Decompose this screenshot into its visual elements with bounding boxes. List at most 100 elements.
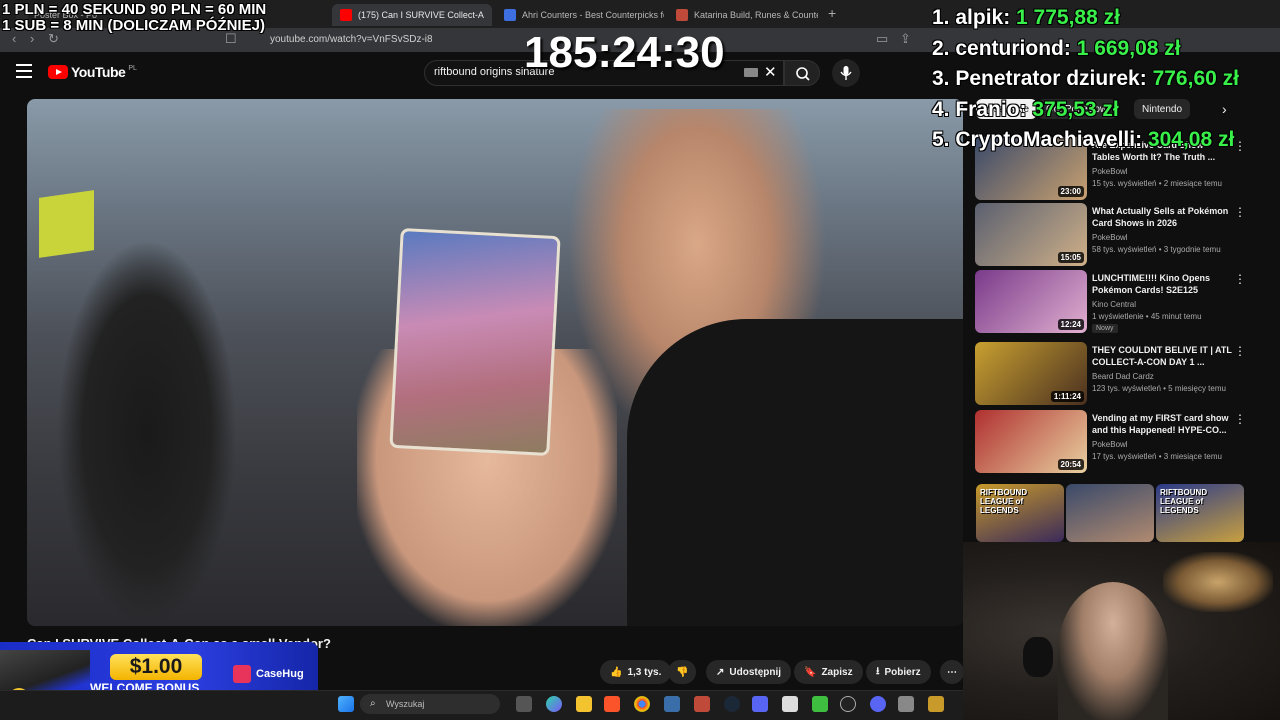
video-title[interactable]: LUNCHTIME!!!! Kino Opens Pokémon Cards! … (1092, 272, 1232, 296)
leaderboard-name: 5. CryptoMachiavelli: (932, 128, 1143, 151)
channel-name[interactable]: PokeBowl (1092, 167, 1128, 176)
keyboard-icon[interactable] (744, 68, 758, 77)
donation-rules-overlay: 1 PLN = 40 SEKUND 90 PLN = 60 MIN 1 SUB … (2, 2, 266, 34)
menu-icon[interactable] (16, 64, 32, 78)
new-badge: Nowy (1092, 324, 1118, 333)
more-options-icon[interactable]: ⋮ (1234, 344, 1246, 358)
cast-icon[interactable]: ▭ (876, 31, 888, 47)
leaderboard-name: 2. centuriond: (932, 36, 1071, 60)
download-button[interactable]: ⭳ Pobierz (866, 660, 931, 684)
video-duration: 12:24 (1057, 319, 1084, 330)
video-thumbnail[interactable]: 20:54 (975, 410, 1087, 473)
search-icon: ⌕ (370, 698, 376, 709)
voice-search-button[interactable] (832, 59, 860, 87)
channel-name[interactable]: Beard Dad Cardz (1092, 372, 1154, 381)
video-title[interactable]: Vending at my FIRST card show and this H… (1092, 412, 1232, 436)
tab-favicon-icon (676, 9, 688, 21)
leaderboard-amount: 1 775,88 zł (1016, 6, 1120, 29)
notepad-icon[interactable] (782, 696, 798, 712)
more-options-icon[interactable]: ⋮ (1234, 205, 1246, 219)
save-label: Zapisz (821, 666, 853, 678)
tab-label: Ahri Counters - Best Counterpicks fo (522, 10, 664, 20)
casehug-logo-icon (233, 665, 251, 683)
discord-icon[interactable] (870, 696, 886, 712)
league-client-icon[interactable] (928, 696, 944, 712)
leaderboard-name: 4. Franio: (932, 97, 1027, 121)
task-view-icon[interactable] (516, 696, 532, 712)
streamer-webcam (963, 542, 1280, 720)
webcam-streamer (1058, 582, 1168, 720)
leaderboard-entry: 4. Franio: 375,53 zł (932, 98, 1239, 129)
thumbs-down-icon: 👎 (676, 666, 689, 678)
more-options-icon[interactable]: ⋮ (1234, 412, 1246, 426)
new-tab-icon[interactable]: + (828, 5, 836, 21)
ad-brand-name: CaseHug (256, 668, 304, 680)
leaderboard-entry: 3. Penetrator dziurek: 776,60 zł (932, 67, 1239, 98)
ad-bonus-amount: $1.00 (110, 654, 202, 680)
more-actions-button[interactable]: ⋯ (940, 660, 964, 684)
video-title[interactable]: What Actually Sells at Pokémon Card Show… (1092, 205, 1232, 229)
browser-tab-active[interactable]: (175) Can I SURVIVE Collect-A✕ (332, 4, 492, 26)
download-icon: ⭳ (876, 665, 880, 677)
leaderboard-entry: 2. centuriond: 1 669,08 zł (932, 37, 1239, 68)
youtube-logo[interactable]: YouTube PL (48, 64, 137, 80)
taskbar-search[interactable]: Wyszukaj (360, 694, 500, 714)
leaderboard-amount: 304,08 zł (1147, 128, 1235, 151)
recommended-video[interactable]: 20:54 Vending at my FIRST card show and … (975, 410, 1250, 474)
clear-search-icon[interactable]: ✕ (764, 63, 777, 81)
subathon-timer: 185:24:30 (524, 28, 725, 77)
bookmark-icon: 🔖 (804, 666, 817, 678)
video-thumbnail[interactable]: 15:05 (975, 203, 1087, 266)
more-options-icon[interactable]: ⋮ (1234, 272, 1246, 286)
video-background-crowd (57, 239, 237, 626)
leaderboard-name: 3. Penetrator dziurek: (932, 67, 1147, 90)
share-button[interactable]: ↗ Udostępnij (706, 660, 792, 684)
chrome-icon[interactable] (634, 696, 650, 712)
file-explorer-icon[interactable] (576, 696, 592, 712)
app-icon[interactable] (694, 696, 710, 712)
brave-browser-icon[interactable] (604, 696, 620, 712)
video-thumbnail[interactable]: 12:24 (975, 270, 1087, 333)
channel-name[interactable]: PokeBowl (1092, 233, 1128, 242)
steam-icon[interactable] (724, 696, 740, 712)
like-button[interactable]: 👍 1,3 tys. (600, 660, 672, 684)
leaderboard-entry: 1. alpik: 1 775,88 zł (932, 6, 1239, 37)
short-thumbnail[interactable]: RIFTBOUND LEAGUE of LEGENDS (1156, 484, 1244, 542)
browser-tab[interactable]: Katarina Build, Runes & Counters Gu (668, 4, 818, 26)
more-horizontal-icon: ⋯ (947, 666, 957, 678)
app-icon[interactable] (812, 696, 828, 712)
recommended-video[interactable]: 1:11:24 THEY COULDNT BELIVE IT | ATL COL… (975, 342, 1250, 406)
donation-rule-line: 1 PLN = 40 SEKUND 90 PLN = 60 MIN (2, 1, 267, 18)
search-button[interactable] (784, 60, 820, 86)
video-presenter-shirt (627, 319, 963, 626)
short-thumbnail[interactable] (1066, 484, 1154, 542)
webcam-background-light (1163, 552, 1273, 612)
video-player[interactable] (27, 99, 963, 626)
obs-icon[interactable] (840, 696, 856, 712)
donation-rule-line: 1 SUB = 8 MIN (DOLICZAM PÓŹNIEJ) (2, 17, 265, 34)
thumbs-up-icon: 👍 (610, 666, 623, 678)
download-label: Pobierz (884, 666, 921, 678)
short-thumbnail[interactable]: RIFTBOUND LEAGUE of LEGENDS (976, 484, 1064, 542)
video-thumbnail[interactable]: 1:11:24 (975, 342, 1087, 405)
save-button[interactable]: 🔖 Zapisz (794, 660, 863, 684)
start-menu-icon[interactable] (338, 696, 354, 712)
video-duration: 23:00 (1057, 186, 1084, 197)
channel-name[interactable]: PokeBowl (1092, 440, 1128, 449)
settings-icon[interactable] (898, 696, 914, 712)
leaderboard-amount: 375,53 zł (1032, 97, 1119, 121)
copilot-icon[interactable] (546, 696, 562, 712)
app-icon[interactable] (664, 696, 680, 712)
recommended-video[interactable]: 12:24 LUNCHTIME!!!! Kino Opens Pokémon C… (975, 270, 1250, 334)
recommended-video[interactable]: 15:05 What Actually Sells at Pokémon Car… (975, 203, 1250, 267)
url-field[interactable]: youtube.com/watch?v=VnFSvSDz-i8 (270, 34, 433, 45)
channel-name[interactable]: Kino Central (1092, 300, 1136, 309)
leaderboard-entry: 5. CryptoMachiavelli: 304,08 zł (932, 128, 1239, 159)
app-icon[interactable] (752, 696, 768, 712)
dislike-button[interactable]: 👎 (668, 660, 697, 684)
video-title[interactable]: THEY COULDNT BELIVE IT | ATL COLLECT-A-C… (1092, 344, 1232, 368)
share-page-icon[interactable]: ⇪ (900, 31, 911, 47)
browser-tab[interactable]: Ahri Counters - Best Counterpicks fo (496, 4, 664, 26)
video-banner (39, 190, 94, 258)
video-duration: 15:05 (1057, 252, 1084, 263)
